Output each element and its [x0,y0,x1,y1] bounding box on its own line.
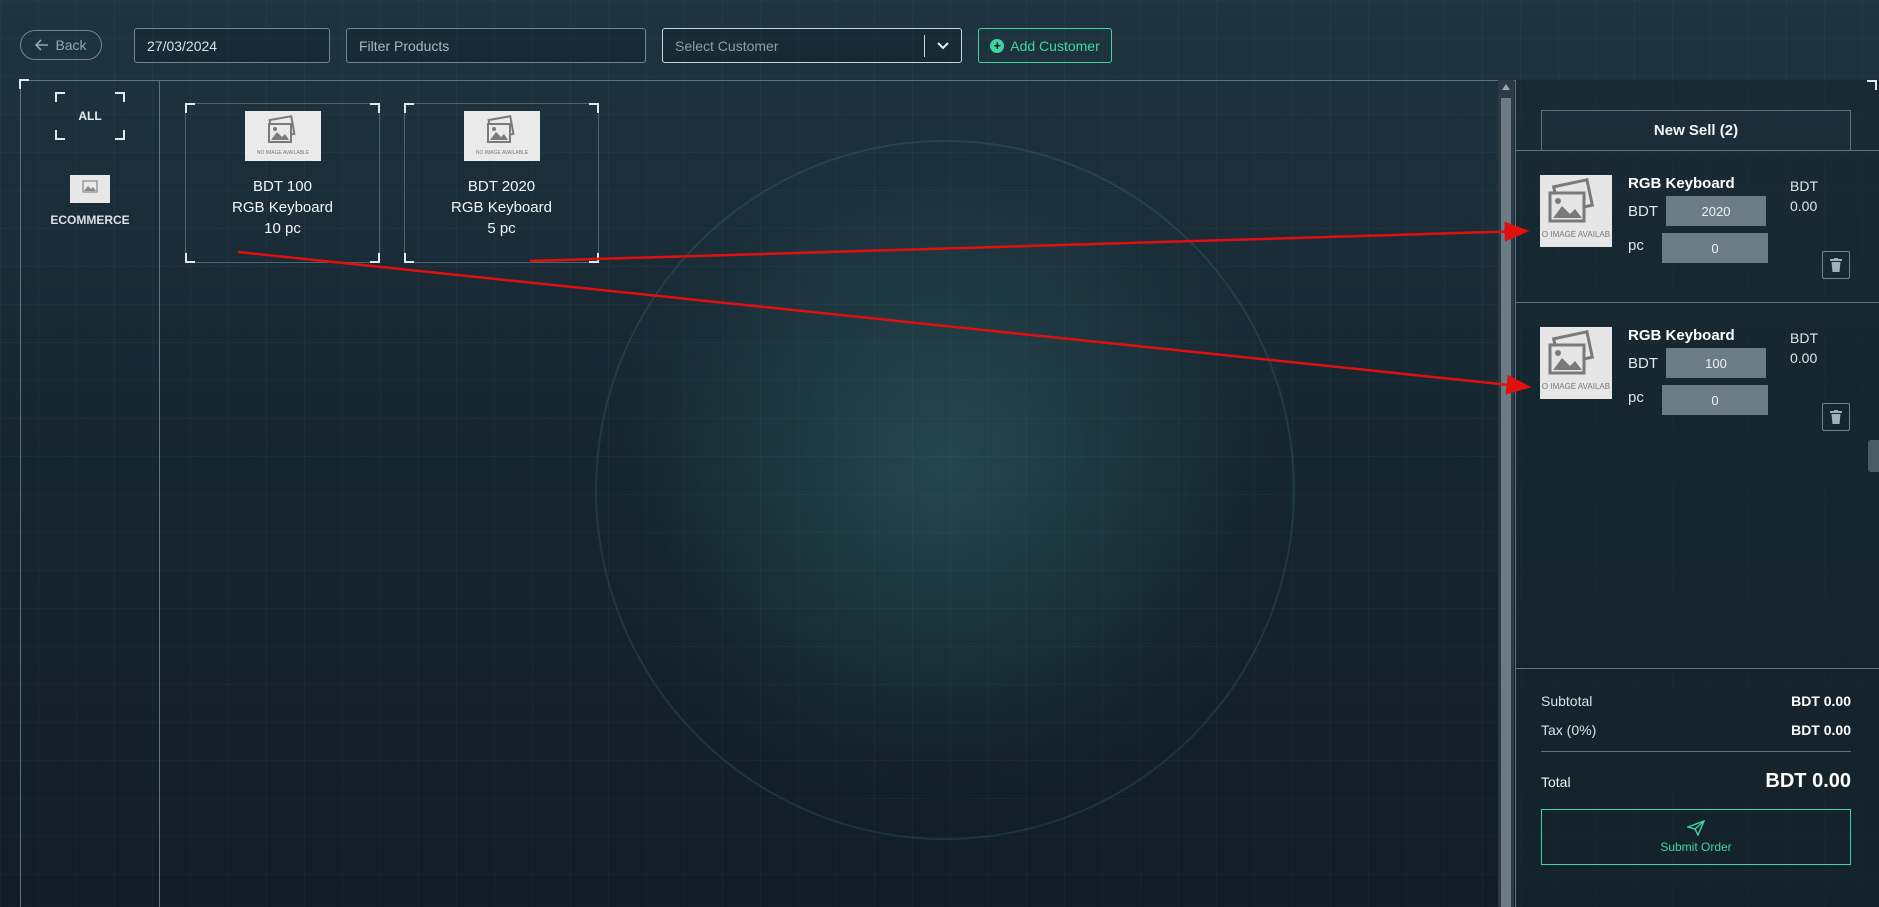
category-all[interactable]: ALL [55,92,125,140]
send-icon [1687,820,1705,836]
image-placeholder-icon: NO IMAGE AVAILABLE [475,115,528,156]
date-field[interactable]: 27/03/2024 [134,28,330,63]
total-value: BDT 0.00 [1765,770,1851,792]
filter-products-input[interactable]: Filter Products [346,28,646,63]
cart-item-currency: BDT [1628,355,1658,372]
cart-item-qty-input[interactable] [1662,233,1768,263]
cart-items-list: O IMAGE AVAILAB RGB Keyboard BDT pc BDT … [1516,150,1879,454]
scroll-thumb[interactable] [1501,98,1511,907]
image-placeholder-icon: NO IMAGE AVAILABLE [256,115,309,156]
cart-item: O IMAGE AVAILAB RGB Keyboard BDT pc BDT … [1516,302,1879,454]
frame-corner [404,253,414,263]
cart-item-total-currency: BDT [1790,330,1818,346]
cart-item-total: 0.00 [1790,198,1818,214]
cart-item-total: 0.00 [1790,350,1818,366]
date-value: 27/03/2024 [147,37,218,54]
frame-corner [370,103,380,113]
frame-corner [185,253,195,263]
product-card[interactable]: NO IMAGE AVAILABLE BDT 100 RGB Keyboard … [185,103,380,263]
product-image: NO IMAGE AVAILABLE [463,111,540,161]
frame-corner [115,92,125,102]
summary-divider [1541,751,1851,752]
plus-circle-icon: + [990,38,1005,53]
product-info: BDT 100 RGB Keyboard 10 pc [232,176,333,239]
cart-item-image: O IMAGE AVAILAB [1540,175,1612,247]
cart-item-unit: pc [1628,389,1644,406]
cart-summary: Subtotal BDT 0.00 Tax (0%) BDT 0.00 Tota… [1516,668,1879,907]
delete-item-button[interactable] [1822,403,1850,431]
frame-corner [185,103,195,113]
tax-value: BDT 0.00 [1791,722,1851,738]
tax-label: Tax (0%) [1541,722,1597,738]
cart-item-name: RGB Keyboard [1628,175,1735,192]
add-customer-button[interactable]: + Add Customer [978,28,1112,63]
top-toolbar: Back 27/03/2024 Filter Products Select C… [0,0,1879,80]
subtotal-value: BDT 0.00 [1791,693,1851,709]
frame-corner [55,130,65,140]
category-ecommerce-label: ECOMMERCE [50,213,130,227]
side-panel-toggle[interactable] [1868,440,1879,472]
customer-select[interactable]: Select Customer [662,28,962,63]
customer-select-placeholder: Select Customer [675,37,779,54]
no-image-text: O IMAGE AVAILAB [1542,230,1610,239]
delete-item-button[interactable] [1822,251,1850,279]
category-ecommerce[interactable]: ECOMMERCE [30,175,150,227]
subtotal-label: Subtotal [1541,693,1593,709]
image-placeholder-icon: O IMAGE AVAILAB [1542,329,1610,391]
arrow-left-icon [35,39,49,51]
cart-item-currency: BDT [1628,203,1658,220]
total-label: Total [1541,773,1571,790]
cart-item-image: O IMAGE AVAILAB [1540,327,1612,399]
product-name: RGB Keyboard [451,199,552,216]
cart-item: O IMAGE AVAILAB RGB Keyboard BDT pc BDT … [1516,150,1879,302]
trash-icon [1830,258,1842,272]
no-image-text: NO IMAGE AVAILABLE [475,150,528,156]
tab-new-sell-label: New Sell (2) [1653,122,1739,139]
product-name: RGB Keyboard [232,199,333,216]
frame-corner [589,253,599,263]
filter-placeholder: Filter Products [359,37,450,54]
products-scrollbar[interactable] [1498,80,1514,907]
cart-item-price-input[interactable] [1666,196,1766,226]
cart-item-price-input[interactable] [1666,348,1766,378]
cart-item-name: RGB Keyboard [1628,327,1735,344]
frame-corner [370,253,380,263]
trash-icon [1830,410,1842,424]
product-price: BDT 2020 [467,178,536,195]
frame-corner [55,92,65,102]
scroll-up-arrow-icon[interactable] [1502,84,1510,90]
category-image [70,175,110,203]
cart-item-unit: pc [1628,237,1644,254]
product-image: NO IMAGE AVAILABLE [244,111,321,161]
product-info: BDT 2020 RGB Keyboard 5 pc [451,176,552,239]
frame-corner [404,103,414,113]
add-customer-label: Add Customer [1010,37,1100,54]
cart-item-qty-input[interactable] [1662,385,1768,415]
product-price: BDT 100 [253,178,312,195]
submit-order-label: Submit Order [1660,840,1732,854]
frame-corner [115,130,125,140]
product-stock: 10 pc [264,220,301,237]
chevron-down-icon[interactable] [925,41,961,50]
tab-new-sell[interactable]: New Sell (2) [1541,110,1851,150]
tax-row: Tax (0%) BDT 0.00 [1541,722,1851,738]
back-button-label: Back [55,37,87,53]
cart-panel: New Sell (2) O IMAGE AVAILAB RGB Keyboar… [1515,80,1879,907]
product-stock: 5 pc [487,220,516,237]
total-row: Total BDT 0.00 [1541,770,1851,793]
image-placeholder-icon [82,180,98,193]
product-card[interactable]: NO IMAGE AVAILABLE BDT 2020 RGB Keyboard… [404,103,599,263]
frame-corner [1867,80,1877,90]
category-all-label: ALL [78,109,102,123]
subtotal-row: Subtotal BDT 0.00 [1541,693,1851,709]
frame-corner [589,103,599,113]
cart-item-total-currency: BDT [1790,178,1818,194]
submit-order-button[interactable]: Submit Order [1541,809,1851,865]
back-button[interactable]: Back [20,30,102,60]
no-image-text: O IMAGE AVAILAB [1542,382,1610,391]
image-placeholder-icon: O IMAGE AVAILAB [1542,177,1610,239]
category-sidebar: ALL ECOMMERCE [20,80,160,907]
no-image-text: NO IMAGE AVAILABLE [256,150,309,156]
